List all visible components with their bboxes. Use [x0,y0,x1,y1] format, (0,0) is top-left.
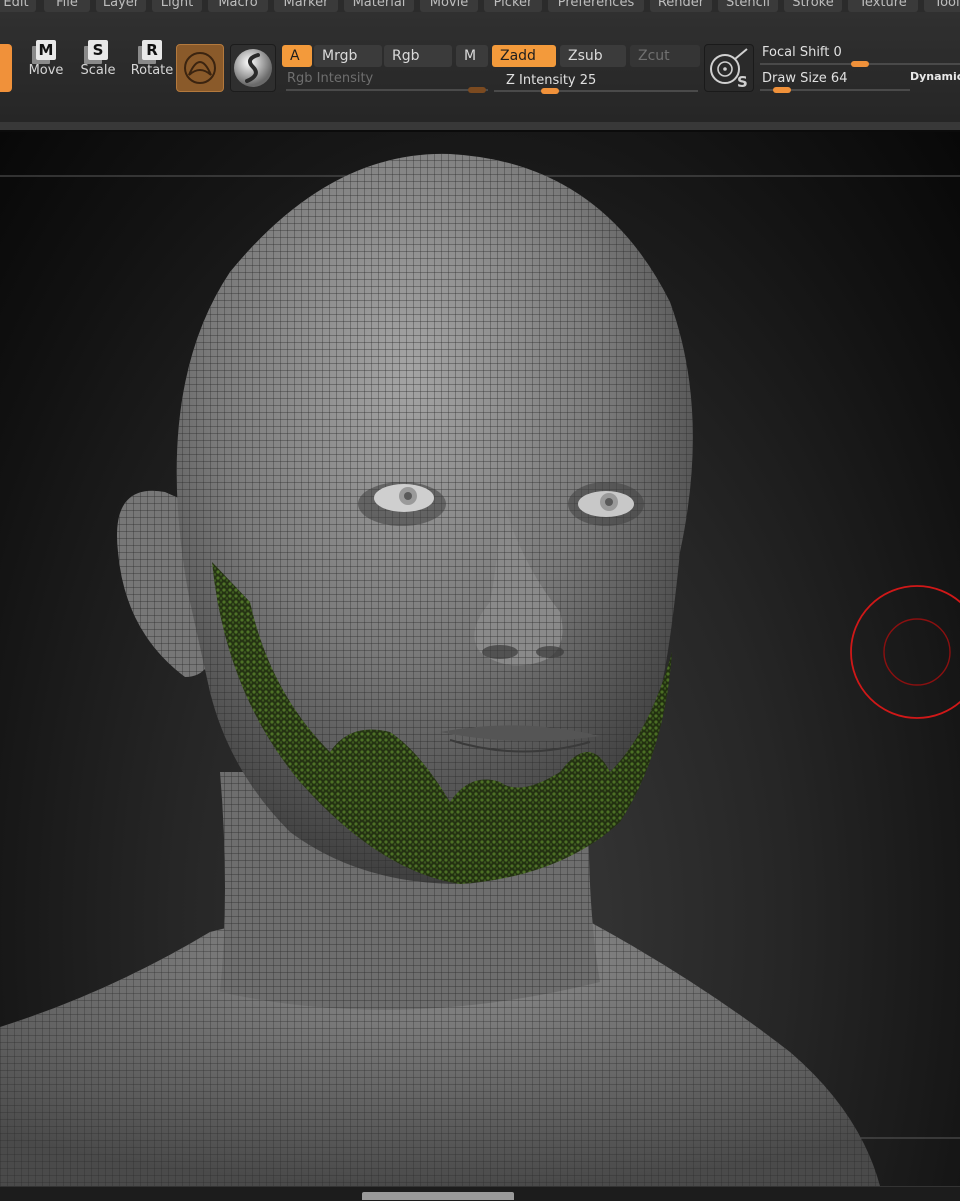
standard-brush-icon [234,49,272,87]
menu-edit[interactable]: Edit [0,0,36,12]
canvas-viewport[interactable] [0,132,960,1186]
brush-select-button[interactable] [230,44,276,92]
collapse-tray-handle[interactable] [362,1192,514,1200]
sculpt-mode-icon [184,52,216,84]
menu-layer[interactable]: Layer [96,0,146,12]
menu-stroke[interactable]: Stroke [784,0,842,12]
move-icon: M [36,40,56,60]
sculptris-mode-button[interactable] [176,44,224,92]
rgb-intensity-knob[interactable] [468,87,486,93]
sculpted-head-model [0,153,960,1186]
spotlight-button[interactable]: S [704,44,754,92]
rgb-toggle[interactable]: Rgb [384,45,452,67]
mrgb-toggle[interactable]: Mrgb [314,45,382,67]
focal-shift-slider[interactable] [760,61,960,67]
rotate-label: Rotate [130,63,174,78]
focal-shift-value: 0 [833,45,842,60]
menu-picker[interactable]: Picker [484,0,542,12]
spotlight-letter: S [737,73,748,91]
z-intensity-text: Z Intensity [506,73,576,88]
menu-texture[interactable]: Texture [848,0,918,12]
rotate-icon: R [142,40,162,60]
z-intensity-slider[interactable] [494,88,698,94]
menu-render[interactable]: Render [650,0,712,12]
a-toggle[interactable]: A [282,45,312,67]
draw-size-knob[interactable] [773,87,791,93]
scale-icon: S [88,40,108,60]
dynamic-toggle[interactable]: Dynamic [910,70,960,83]
menu-material[interactable]: Material [344,0,414,12]
z-intensity-knob[interactable] [541,88,559,94]
draw-size-value: 64 [830,71,848,86]
menu-file[interactable]: File [44,0,90,12]
focal-shift-text: Focal Shift [762,45,830,60]
zadd-toggle[interactable]: Zadd [492,45,556,67]
menu-bar: Edit File Layer Light Macro Marker Mater… [0,0,960,12]
menu-marker[interactable]: Marker [274,0,338,12]
menu-light[interactable]: Light [152,0,202,12]
edit-mode-button[interactable] [0,44,12,92]
menu-macro[interactable]: Macro [208,0,268,12]
toolbar-divider [0,122,960,132]
rgb-intensity-label: Rgb Intensity [287,71,374,86]
menu-tool[interactable]: Tool [924,0,960,12]
zcut-toggle[interactable]: Zcut [630,45,700,67]
scale-button[interactable]: S Scale [74,36,122,94]
draw-size-slider[interactable] [760,87,910,93]
menu-movie[interactable]: Movie [420,0,478,12]
focal-shift-knob[interactable] [851,61,869,67]
focal-shift-label: Focal Shift 0 [762,45,842,60]
menu-stencil[interactable]: Stencil [718,0,778,12]
rgb-intensity-slider[interactable] [286,87,488,93]
m-toggle[interactable]: M [456,45,488,67]
z-intensity-value: 25 [579,73,597,88]
draw-size-label: Draw Size 64 [762,71,847,86]
move-button[interactable]: M Move [22,36,70,94]
spotlight-icon: S [710,48,748,91]
z-intensity-label: Z Intensity 25 [506,73,596,88]
zsub-toggle[interactable]: Zsub [560,45,626,67]
brush-cursor-icon [850,585,960,719]
scale-label: Scale [80,63,116,78]
rotate-button[interactable]: R Rotate [128,36,176,94]
move-label: Move [28,63,64,78]
draw-size-text: Draw Size [762,71,827,86]
menu-preferences[interactable]: Preferences [548,0,644,12]
